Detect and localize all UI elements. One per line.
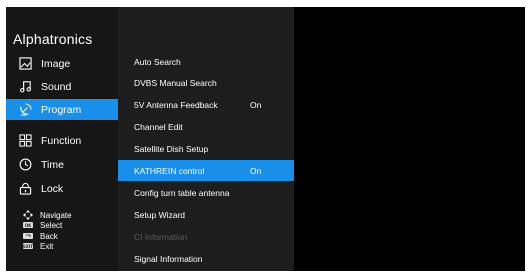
nav-item-label: Function	[41, 134, 82, 147]
ok-key-icon: OK	[23, 222, 33, 228]
menu-item-signal-information[interactable]: Signal Information	[118, 248, 294, 269]
menu-item-value: On	[250, 99, 262, 110]
nav-item-image[interactable]: Image	[6, 53, 118, 74]
menu-item-label: Satellite Dish Setup	[134, 143, 209, 154]
nav-item-label: Image	[41, 57, 71, 70]
nav-item-label: Time	[41, 158, 64, 171]
menu-item-label: Config turn table antenna	[134, 187, 230, 198]
menu-item-label: Channel Edit	[134, 121, 183, 132]
hint-label: Navigate	[40, 210, 72, 220]
nav-item-lock[interactable]: Lock	[6, 178, 118, 199]
menu-item-label: 5V Antenna Feedback	[134, 99, 218, 110]
menu-item-label: Signal Information	[134, 253, 203, 264]
nav-item-program[interactable]: Program	[6, 99, 118, 120]
menu-item-value: On	[250, 165, 262, 176]
menu-item-kathrein-control[interactable]: KATHREIN control On	[118, 160, 294, 181]
hint-label: Exit	[40, 241, 54, 251]
menu-item-label: DVBS Manual Search	[134, 77, 217, 88]
exit-key-icon: EXIT	[22, 243, 34, 249]
menu-item-label: KATHREIN control	[134, 165, 205, 176]
hint-select: OK Select	[23, 220, 62, 230]
nav-item-time[interactable]: Time	[6, 154, 118, 175]
menu-item-auto-search[interactable]: Auto Search	[118, 51, 294, 72]
menu-item-label: CI Information	[134, 231, 188, 242]
menu-item-setup-wizard[interactable]: Setup Wizard	[118, 204, 294, 225]
hint-exit: EXIT Exit	[23, 241, 53, 251]
menu-item-label: Auto Search	[134, 56, 181, 67]
satellite-dish-icon	[18, 103, 32, 117]
menu-item-5v-antenna-feedback[interactable]: 5V Antenna Feedback On	[118, 94, 294, 115]
menu-item-config-turn-table-antenna[interactable]: Config turn table antenna	[118, 182, 294, 203]
nav-item-label: Program	[41, 103, 82, 116]
hint-label: Back	[40, 231, 58, 241]
dpad-icon	[23, 210, 33, 220]
menu-item-dvbs-manual-search[interactable]: DVBS Manual Search	[118, 72, 294, 93]
lock-icon	[18, 182, 32, 196]
menu-item-channel-edit[interactable]: Channel Edit	[118, 116, 294, 137]
hint-back: Back	[23, 231, 58, 241]
brand-title: Alphatronics	[13, 31, 93, 47]
nav-item-label: Sound	[41, 80, 72, 93]
menu-item-label: Setup Wizard	[134, 209, 186, 220]
music-note-icon	[18, 80, 32, 94]
hint-label: Select	[40, 220, 63, 230]
clock-icon	[18, 158, 32, 172]
menu-item-ci-information: CI Information	[118, 226, 294, 247]
image-icon	[18, 57, 32, 71]
nav-item-label: Lock	[41, 182, 64, 195]
menu-item-satellite-dish-setup[interactable]: Satellite Dish Setup	[118, 138, 294, 159]
tv-screen: Alphatronics Image Sound Program Functio…	[6, 7, 525, 271]
hint-navigate: Navigate	[23, 210, 72, 220]
grid-icon	[18, 134, 32, 148]
nav-item-sound[interactable]: Sound	[6, 76, 118, 97]
back-key-icon	[23, 233, 33, 239]
nav-item-function[interactable]: Function	[6, 130, 118, 151]
